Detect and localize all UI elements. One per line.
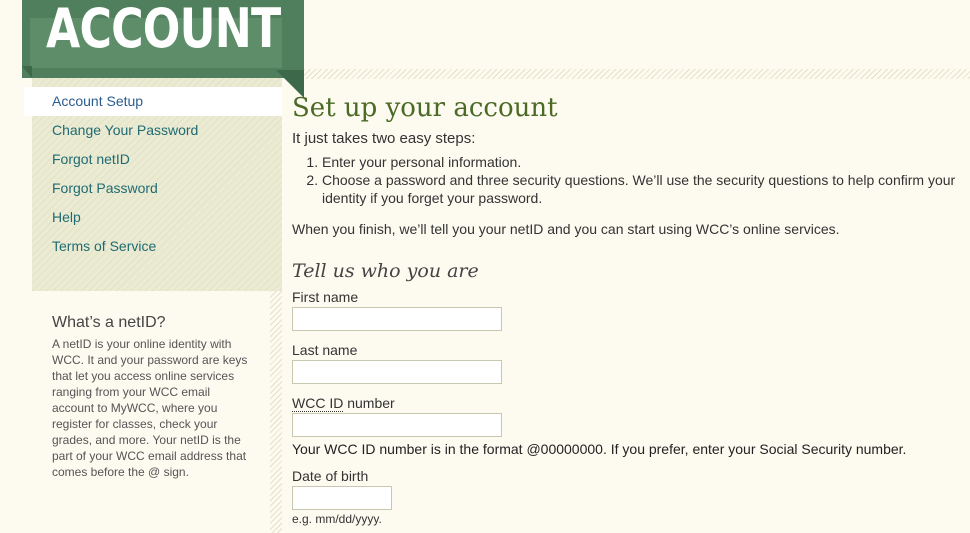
dob-label: Date of birth	[292, 468, 369, 484]
intro-text: It just takes two easy steps:	[292, 130, 476, 147]
section-title: Tell us who you are	[292, 260, 479, 282]
sidebar-item-terms-of-service[interactable]: Terms of Service	[32, 232, 282, 261]
netid-info-title: What’s a netID?	[52, 314, 166, 331]
first-name-label: First name	[292, 289, 359, 305]
finish-text: When you finish, we’ll tell you your net…	[292, 221, 840, 237]
page-title: Set up your account	[292, 93, 558, 123]
banner-fold-left	[22, 66, 32, 78]
first-name-input[interactable]	[292, 307, 502, 331]
sidebar-item-forgot-netid[interactable]: Forgot netID	[32, 145, 282, 174]
wcc-id-label: WCC ID number	[292, 395, 962, 412]
netid-info-box: What’s a netID? A netID is your online i…	[52, 314, 252, 480]
step-item: Choose a password and three security que…	[322, 171, 962, 207]
sidebar-nav: Account Setup Change Your Password Forgo…	[24, 87, 282, 261]
last-name-input[interactable]	[292, 360, 502, 384]
header-banner: ACCOUNT	[22, 0, 304, 78]
sidebar-item-forgot-password[interactable]: Forgot Password	[32, 174, 282, 203]
wcc-id-input[interactable]	[292, 413, 502, 437]
netid-info-body: A netID is your online identity with WCC…	[52, 337, 248, 479]
sidebar-item-change-password[interactable]: Change Your Password	[32, 116, 282, 145]
step-item: Enter your personal information.	[322, 153, 962, 171]
steps-list: Enter your personal information. Choose …	[292, 153, 962, 207]
wcc-id-label-rest: number	[343, 395, 395, 411]
dob-input[interactable]	[292, 486, 392, 510]
sidebar-item-account-setup[interactable]: Account Setup	[24, 87, 282, 116]
wcc-id-abbr: WCC ID	[292, 395, 344, 412]
sidebar-stripe-divider	[270, 291, 282, 533]
header-stripe-divider	[304, 69, 970, 79]
sidebar-item-help[interactable]: Help	[32, 203, 282, 232]
wcc-id-help-text: Your WCC ID number is in the format @000…	[292, 441, 907, 457]
dob-hint: e.g. mm/dd/yyyy.	[292, 512, 382, 526]
last-name-label: Last name	[292, 342, 358, 358]
main-content: Set up your account It just takes two ea…	[292, 90, 962, 526]
site-title: ACCOUNT	[46, 0, 281, 60]
